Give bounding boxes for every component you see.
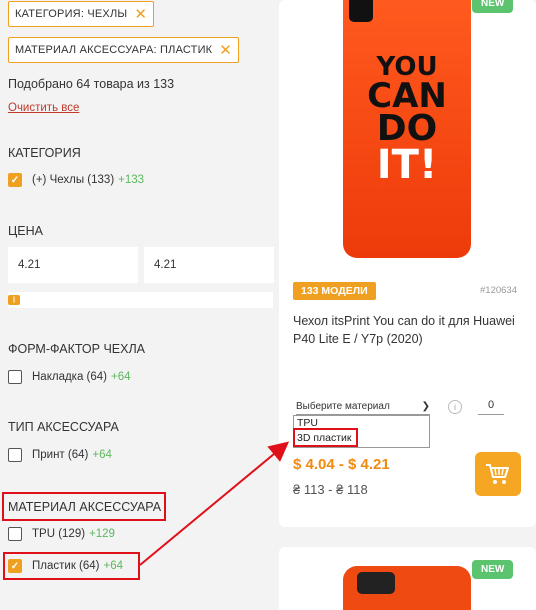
new-badge: NEW [472, 560, 514, 579]
annotation-arrow [139, 441, 290, 566]
product-image[interactable] [343, 566, 471, 610]
camera-icon [357, 572, 395, 594]
